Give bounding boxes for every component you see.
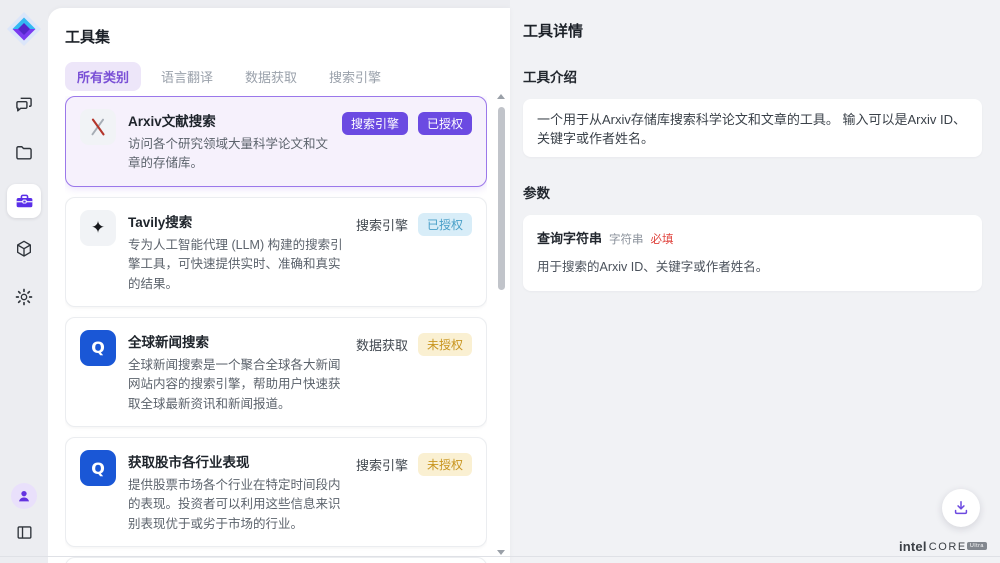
window-bottom-divider	[0, 556, 1000, 557]
parameter-name: 查询字符串	[537, 228, 602, 247]
tool-description: 提供股票市场各个行业在特定时间段内的表现。投资者可以利用这些信息来识别表现优于或…	[128, 476, 344, 534]
status-badge: 未授权	[418, 453, 472, 476]
chat-icon[interactable]	[7, 88, 41, 122]
status-badge: 未授权	[418, 333, 472, 356]
settings-gear-icon[interactable]	[7, 280, 41, 314]
ultra-badge: Ultra	[967, 542, 987, 550]
tool-card-active-stocks[interactable]: Q 获取市场最活跃股票信息 提供当天交易量最高的股票列表，投资者可以利用这些信息…	[65, 557, 487, 563]
intro-heading: 工具介绍	[523, 66, 982, 86]
tool-title: Tavily搜索	[128, 211, 344, 231]
tab-search-engine[interactable]: 搜索引擎	[317, 62, 393, 91]
user-avatar-icon[interactable]	[11, 483, 37, 509]
detail-title: 工具详情	[523, 20, 982, 41]
tool-description: 访问各个研究领域大量科学论文和文章的存储库。	[128, 135, 330, 174]
tool-title: 全球新闻搜索	[128, 331, 344, 351]
tab-language-translation[interactable]: 语言翻译	[149, 62, 225, 91]
toolset-panel: 工具集 所有类别 语言翻译 数据获取 搜索引擎 Arxiv文献搜索 访问各个研究…	[48, 8, 510, 563]
tool-description: 全球新闻搜索是一个聚合全球各大新闻网站内容的搜索引擎，帮助用户快速获取全球最新资…	[128, 356, 344, 414]
status-badge: 已授权	[418, 213, 472, 236]
panel-toggle-icon[interactable]	[11, 519, 37, 545]
rail-nav	[0, 88, 48, 314]
download-icon	[951, 498, 971, 518]
tool-card-list: Arxiv文献搜索 访问各个研究领域大量科学论文和文章的存储库。 搜索引擎 已授…	[65, 96, 487, 563]
status-badge: 已授权	[418, 112, 472, 135]
toolset-title: 工具集	[65, 26, 110, 47]
news-search-q-icon: Q	[80, 330, 116, 366]
category-label: 搜索引擎	[356, 453, 408, 474]
list-scrollbar	[497, 94, 506, 555]
scrollbar-up-arrow-icon[interactable]	[497, 94, 505, 99]
parameter-description: 用于搜索的Arxiv ID、关键字或作者姓名。	[537, 256, 968, 275]
category-label: 数据获取	[356, 333, 408, 354]
category-tabs: 所有类别 语言翻译 数据获取 搜索引擎	[65, 62, 393, 91]
intel-wordmark: intel	[899, 539, 927, 554]
tool-card-tavily[interactable]: ✦ Tavily搜索 专为人工智能代理 (LLM) 构建的搜索引擎工具，可快速提…	[65, 197, 487, 307]
intro-card: 一个用于从Arxiv存储库搜索科学论文和文章的工具。 输入可以是Arxiv ID…	[523, 99, 982, 157]
parameter-required-flag: 必填	[651, 231, 674, 247]
tab-all-categories[interactable]: 所有类别	[65, 62, 141, 91]
parameter-card: 查询字符串 字符串 必填 用于搜索的Arxiv ID、关键字或作者姓名。	[523, 215, 982, 291]
parameter-type: 字符串	[609, 231, 644, 247]
app-logo-icon	[6, 11, 42, 47]
icon-rail	[0, 0, 48, 563]
scrollbar-thumb[interactable]	[498, 107, 505, 290]
tool-description: 专为人工智能代理 (LLM) 构建的搜索引擎工具，可快速提供实时、准确和真实的结…	[128, 236, 344, 294]
category-label: 搜索引擎	[356, 213, 408, 234]
intel-core-logo: intel CORE Ultra	[899, 539, 987, 554]
toolbox-icon-active[interactable]	[7, 184, 41, 218]
tool-detail-panel: 工具详情 工具介绍 一个用于从Arxiv存储库搜索科学论文和文章的工具。 输入可…	[510, 0, 1000, 563]
tool-card-sector-performance[interactable]: Q 获取股市各行业表现 提供股票市场各个行业在特定时间段内的表现。投资者可以利用…	[65, 437, 487, 547]
stock-q-icon: Q	[80, 450, 116, 486]
tavily-star-icon: ✦	[80, 210, 116, 246]
arxiv-x-icon	[80, 109, 116, 145]
download-button[interactable]	[942, 489, 980, 527]
rail-bottom	[0, 483, 48, 545]
tab-data-acquisition[interactable]: 数据获取	[233, 62, 309, 91]
tool-title: 获取股市各行业表现	[128, 451, 344, 471]
tool-card-arxiv[interactable]: Arxiv文献搜索 访问各个研究领域大量科学论文和文章的存储库。 搜索引擎 已授…	[65, 96, 487, 187]
core-wordmark: CORE	[929, 541, 967, 553]
folder-icon[interactable]	[7, 136, 41, 170]
params-heading: 参数	[523, 182, 982, 202]
scrollbar-down-arrow-icon[interactable]	[497, 550, 505, 555]
tool-card-global-news[interactable]: Q 全球新闻搜索 全球新闻搜索是一个聚合全球各大新闻网站内容的搜索引擎，帮助用户…	[65, 317, 487, 427]
cube-icon[interactable]	[7, 232, 41, 266]
tool-title: Arxiv文献搜索	[128, 110, 330, 130]
category-badge: 搜索引擎	[342, 112, 408, 135]
